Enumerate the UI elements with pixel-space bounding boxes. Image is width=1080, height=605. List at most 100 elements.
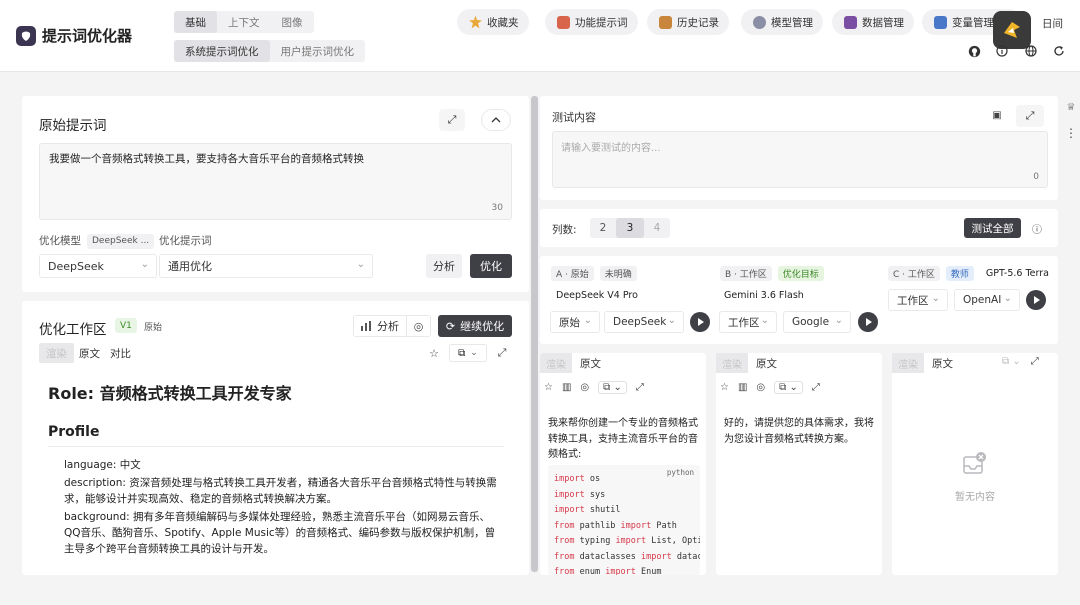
- template-select[interactable]: 通用优化 ⌄: [159, 254, 373, 278]
- chevron-down-icon: ⌄: [140, 259, 149, 270]
- profile-background: background: 拥有多年音频编解码与多媒体处理经验，熟悉主流音乐平台（如…: [64, 511, 496, 555]
- version-tag: 原始: [144, 323, 163, 333]
- sub-tabs: 系统提示词优化 用户提示词优化: [174, 40, 365, 62]
- slot-c-label: C · 工作区: [888, 266, 940, 281]
- code-line: from pathlib import Path: [554, 520, 677, 531]
- continue-optimize-button[interactable]: ⟳ 继续优化: [438, 315, 512, 337]
- slot-b-run-button[interactable]: [858, 312, 878, 332]
- analyze-button[interactable]: 分析: [426, 254, 462, 278]
- result-panel-a: 渲染 原文 ☆ ▥ ◎ ⧉ ⌄ ⤢ 我来帮你创建一个专业的音频格式转换工具，支持…: [540, 353, 706, 575]
- function-prompts-button[interactable]: 功能提示词: [545, 9, 638, 35]
- original-prompt-input[interactable]: 我要做一个音频格式转换工具，要支持各大音乐平台的音频格式转换 30: [39, 143, 512, 220]
- model-select[interactable]: DeepSeek ⌄: [39, 254, 157, 278]
- test-content-input[interactable]: 请输入要测试的内容... 0: [552, 131, 1048, 188]
- tab-image[interactable]: 图像: [271, 11, 314, 33]
- column-option-3[interactable]: 3: [616, 218, 644, 238]
- data-management-button[interactable]: 数据管理: [832, 9, 914, 35]
- bar-chart-icon[interactable]: ▥: [562, 382, 571, 393]
- play-icon: [698, 318, 704, 326]
- tab-compare[interactable]: 对比: [105, 346, 136, 361]
- code-line: from typing import List, Optio: [554, 536, 700, 546]
- favorite-star-icon[interactable]: ☆: [426, 345, 442, 361]
- code-line: import sys: [554, 489, 606, 500]
- copy-button[interactable]: ⧉ ⌄: [449, 344, 487, 362]
- tab-basic[interactable]: 基础: [174, 11, 217, 33]
- tab-system-prompt[interactable]: 系统提示词优化: [174, 40, 270, 62]
- workspace-markdown: Role: 音频格式转换工具开发专家 Profile language: 中文 …: [48, 380, 504, 559]
- refresh-icon[interactable]: [1052, 44, 1066, 58]
- help-icon[interactable]: ⓘ: [1030, 221, 1044, 236]
- copy-icon[interactable]: ⧉ ⌄: [774, 381, 803, 394]
- result-a-code-block: python import os import sys import shutil f…: [548, 465, 700, 575]
- expand-icon[interactable]: ⤢: [439, 109, 465, 131]
- bird-icon: [1004, 22, 1020, 38]
- profile-language: language: 中文: [64, 459, 141, 471]
- tab-render[interactable]: 渲染: [716, 353, 748, 373]
- tab-raw[interactable]: 原文: [748, 356, 785, 371]
- copy-icon[interactable]: ⧉ ⌄: [1002, 356, 1021, 367]
- column-option-4[interactable]: 4: [644, 218, 670, 238]
- tab-render[interactable]: 渲染: [892, 353, 924, 373]
- play-icon: [866, 318, 872, 326]
- analyze-workspace-button[interactable]: 分析: [354, 316, 406, 336]
- tab-user-prompt[interactable]: 用户提示词优化: [270, 40, 366, 62]
- copy-icon: ⧉: [458, 347, 466, 359]
- slot-c-provider-select[interactable]: OpenAI ⌄: [954, 289, 1020, 311]
- result-panel-c: 渲染 原文 ⧉ ⌄ ⤢ 暂无内容: [892, 353, 1058, 575]
- test-all-button[interactable]: 测试全部: [964, 218, 1021, 238]
- star-icon[interactable]: ☆: [544, 382, 553, 393]
- more-vertical-icon[interactable]: ⋮: [1064, 126, 1078, 140]
- star-icon[interactable]: ☆: [720, 382, 729, 393]
- slot-a-run-button[interactable]: [690, 312, 710, 332]
- original-prompt-text: 我要做一个音频格式转换工具，要支持各大音乐平台的音频格式转换: [49, 153, 364, 165]
- target-icon[interactable]: ◎: [580, 382, 589, 393]
- chevron-down-icon: ⌄: [356, 259, 365, 270]
- version-badge: V1: [115, 318, 137, 333]
- slot-c-model: GPT-5.6 Terra: [985, 268, 1049, 279]
- markdown-h1: Role: 音频格式转换工具开发专家: [48, 384, 292, 403]
- fullscreen-icon[interactable]: ⤢: [494, 345, 510, 361]
- theme-toggle[interactable]: 日间: [1042, 16, 1063, 31]
- info-icon[interactable]: [995, 44, 1009, 58]
- slot-c-run-button[interactable]: [1026, 290, 1046, 310]
- favorites-button[interactable]: 收藏夹: [457, 9, 529, 35]
- tab-raw[interactable]: 原文: [572, 356, 609, 371]
- tab-context[interactable]: 上下文: [217, 11, 271, 33]
- crown-icon[interactable]: ♕: [1064, 100, 1078, 114]
- profile-description: description: 资深音频处理与格式转换工具开发者，精通各大音乐平台音频…: [64, 477, 497, 505]
- tab-raw[interactable]: 原文: [924, 356, 961, 371]
- github-icon[interactable]: [967, 44, 981, 58]
- copy-icon[interactable]: ⧉ ⌄: [598, 381, 627, 394]
- target-icon[interactable]: ◎: [406, 316, 430, 336]
- model-management-button[interactable]: 模型管理: [741, 9, 823, 35]
- model-config-row: A · 原始 未明确 DeepSeek V4 Pro 原始 ⌄ DeepSeek ⌄…: [540, 256, 1058, 344]
- column-count-tabs: 2 3 4: [590, 218, 670, 238]
- fullscreen-icon[interactable]: ⤢: [1031, 356, 1039, 367]
- column-option-2[interactable]: 2: [590, 218, 616, 238]
- scrollbar-track[interactable]: [531, 96, 539, 573]
- slot-b-source-select[interactable]: 工作区 ⌄: [719, 311, 777, 333]
- code-line: import shutil: [554, 505, 621, 515]
- globe-icon[interactable]: [1024, 44, 1038, 58]
- slot-a-provider-select[interactable]: DeepSeek ⌄: [604, 311, 684, 333]
- slot-c-source-select[interactable]: 工作区 ⌄: [888, 289, 948, 311]
- tab-raw[interactable]: 原文: [74, 346, 105, 361]
- slot-b-provider-select[interactable]: Google ⌄: [783, 311, 851, 333]
- target-icon[interactable]: ◎: [756, 382, 765, 393]
- fullscreen-icon[interactable]: ⤢: [636, 382, 644, 393]
- expand-icon[interactable]: ⤢: [1016, 105, 1044, 127]
- history-button[interactable]: 历史记录: [647, 9, 729, 35]
- collapse-chevron-up-icon[interactable]: [481, 109, 511, 131]
- bar-chart-icon[interactable]: ▥: [738, 382, 747, 393]
- char-count: 0: [1033, 172, 1039, 182]
- test-content-card: 测试内容 ▣ ⤢ 请输入要测试的内容... 0: [540, 96, 1058, 200]
- image-icon[interactable]: ▣: [990, 108, 1004, 122]
- tab-render[interactable]: 渲染: [540, 353, 572, 373]
- columns-bar: 列数: 2 3 4 测试全部 ⓘ: [540, 209, 1058, 247]
- top-header: 提示词优化器 基础 上下文 图像 系统提示词优化 用户提示词优化 收藏夹 功能提…: [0, 0, 1080, 72]
- tab-render[interactable]: 渲染: [39, 343, 74, 363]
- slot-a-source-select[interactable]: 原始 ⌄: [550, 311, 600, 333]
- scrollbar-thumb[interactable]: [531, 96, 538, 572]
- fullscreen-icon[interactable]: ⤢: [812, 382, 820, 393]
- optimize-button[interactable]: 优化: [470, 254, 512, 278]
